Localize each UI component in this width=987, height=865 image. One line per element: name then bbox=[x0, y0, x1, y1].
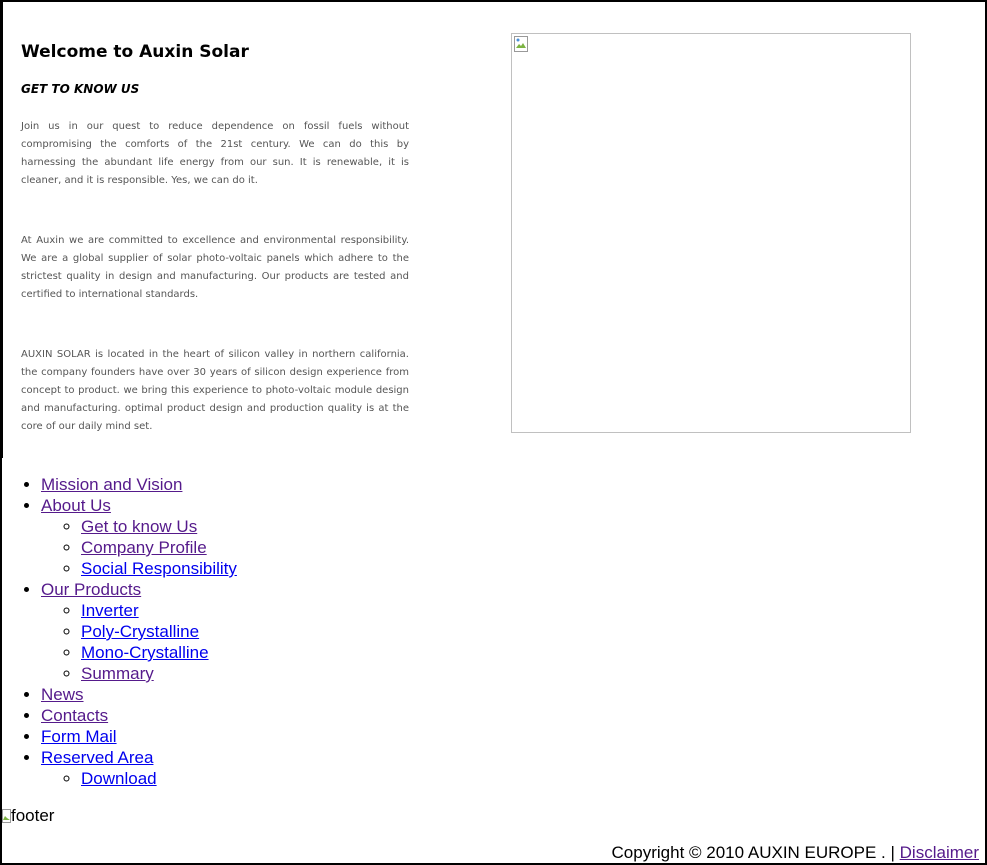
nav-item-about: About Us Get to know Us Company Profile … bbox=[41, 495, 237, 579]
left-border-bar bbox=[0, 0, 3, 458]
intro-paragraph: At Auxin we are committed to excellence … bbox=[21, 235, 409, 300]
nav-item-products: Our Products Inverter Poly-Crystalline M… bbox=[41, 579, 237, 684]
nav-link-social-responsibility[interactable]: Social Responsibility bbox=[81, 559, 237, 578]
nav-link-download[interactable]: Download bbox=[81, 769, 157, 788]
copyright-text: Copyright © 2010 AUXIN EUROPE . | bbox=[611, 843, 895, 862]
intro-paragraph: Join us in our quest to reduce dependenc… bbox=[21, 121, 409, 186]
intro-section: Welcome to Auxin Solar GET TO KNOW US Jo… bbox=[21, 40, 409, 436]
submenu-item: Poly-Crystalline bbox=[81, 621, 237, 642]
nav-link-news[interactable]: News bbox=[41, 685, 84, 704]
nav-link-company-profile[interactable]: Company Profile bbox=[81, 538, 207, 557]
nav-item-reserved-area: Reserved Area Download bbox=[41, 747, 237, 789]
nav-link-summary[interactable]: Summary bbox=[81, 664, 154, 683]
submenu-item: Mono-Crystalline bbox=[81, 642, 237, 663]
nav-link-form-mail[interactable]: Form Mail bbox=[41, 727, 117, 746]
nav-link-poly-crystalline[interactable]: Poly-Crystalline bbox=[81, 622, 199, 641]
submenu-item: Inverter bbox=[81, 600, 237, 621]
submenu-item: Summary bbox=[81, 663, 237, 684]
submenu-item: Company Profile bbox=[81, 537, 237, 558]
nav-link-reserved-area[interactable]: Reserved Area bbox=[41, 748, 153, 767]
section-subtitle: GET TO KNOW US bbox=[21, 82, 140, 96]
nav-link-about-us[interactable]: About Us bbox=[41, 496, 111, 515]
disclaimer-link[interactable]: Disclaimer bbox=[900, 843, 979, 862]
nav-item-mission: Mission and Vision bbox=[41, 474, 237, 495]
page-title: Welcome to Auxin Solar bbox=[21, 42, 249, 62]
broken-image-icon bbox=[514, 36, 528, 52]
footer-image: footer bbox=[2, 806, 54, 826]
nav-item-news: News bbox=[41, 684, 237, 705]
copyright-bar: Copyright © 2010 AUXIN EUROPE . | Discla… bbox=[612, 843, 979, 863]
footer-image-alt-text: footer bbox=[11, 806, 55, 825]
submenu-item: Get to know Us bbox=[81, 516, 237, 537]
hero-image bbox=[511, 33, 911, 433]
nav-item-form-mail: Form Mail bbox=[41, 726, 237, 747]
products-submenu: Inverter Poly-Crystalline Mono-Crystalli… bbox=[41, 600, 237, 684]
site-navigation: Mission and Vision About Us Get to know … bbox=[0, 474, 237, 789]
broken-image-icon bbox=[2, 809, 11, 823]
reserved-submenu: Download bbox=[41, 768, 237, 789]
nav-link-mono-crystalline[interactable]: Mono-Crystalline bbox=[81, 643, 209, 662]
nav-item-contacts: Contacts bbox=[41, 705, 237, 726]
nav-link-our-products[interactable]: Our Products bbox=[41, 580, 141, 599]
about-submenu: Get to know Us Company Profile Social Re… bbox=[41, 516, 237, 579]
nav-link-inverter[interactable]: Inverter bbox=[81, 601, 139, 620]
intro-paragraph: AUXIN SOLAR is located in the heart of s… bbox=[21, 349, 409, 432]
nav-link-contacts[interactable]: Contacts bbox=[41, 706, 108, 725]
nav-link-get-to-know-us[interactable]: Get to know Us bbox=[81, 517, 197, 536]
submenu-item: Download bbox=[81, 768, 237, 789]
submenu-item: Social Responsibility bbox=[81, 558, 237, 579]
nav-link-mission-and-vision[interactable]: Mission and Vision bbox=[41, 475, 182, 494]
